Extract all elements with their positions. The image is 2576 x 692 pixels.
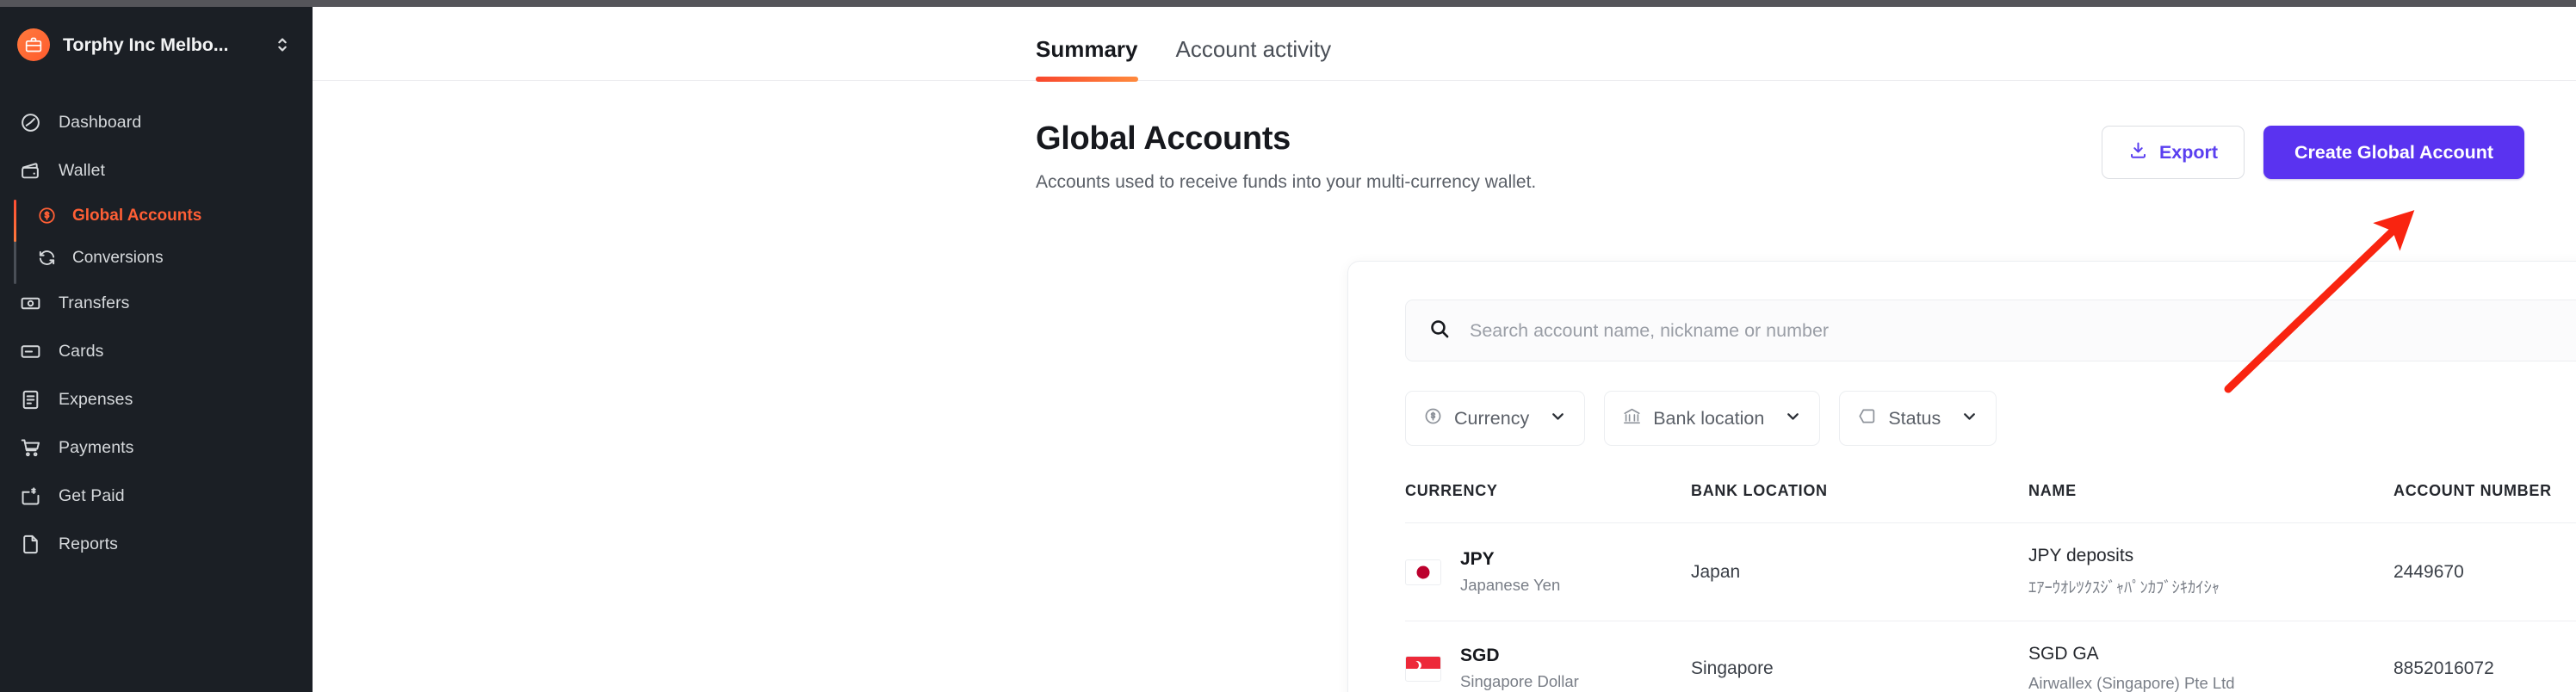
sidebar-subitem-label: Global Accounts — [72, 206, 202, 225]
table-header-row: CURRENCY BANK LOCATION NAME ACCOUNT NUMB… — [1405, 482, 2576, 523]
sidebar-item-global-accounts[interactable]: Global Accounts — [0, 195, 313, 237]
table-row[interactable]: JPY Japanese Yen Japan JPY deposits ｴｱｰｳ… — [1405, 522, 2576, 621]
coin-dollar-icon — [1423, 406, 1443, 431]
sidebar-item-get-paid[interactable]: Get Paid — [0, 472, 313, 520]
filter-status[interactable]: Status — [1839, 391, 1997, 446]
org-name-label: Torphy Inc Melbo... — [63, 34, 229, 55]
sidebar-item-label: Cards — [59, 341, 104, 361]
flag-jp-icon — [1405, 559, 1441, 585]
sidebar-item-cards[interactable]: Cards — [0, 327, 313, 375]
page-header: Global Accounts Accounts used to receive… — [1036, 120, 2524, 193]
cell-name: SGD GA Airwallex (Singapore) Pte Ltd — [2028, 621, 2393, 692]
account-name: JPY deposits — [2028, 546, 2134, 565]
sidebar-nav: Dashboard Wallet Global Accounts Convers… — [0, 98, 313, 568]
tab-bar: Summary Account activity — [313, 7, 2576, 82]
sidebar-item-payments[interactable]: Payments — [0, 423, 313, 472]
payments-icon — [19, 436, 41, 459]
sidebar-subnav-wallet: Global Accounts Conversions — [0, 195, 313, 284]
wallet-icon — [19, 159, 41, 182]
sidebar-item-label: Reports — [59, 534, 118, 553]
cell-bank-location: Japan — [1691, 561, 1741, 582]
search-icon — [1428, 318, 1451, 344]
tab-summary[interactable]: Summary — [1036, 36, 1138, 82]
dashboard-icon — [19, 111, 41, 133]
page-header-actions: Export Create Global Account — [2101, 120, 2524, 179]
download-icon — [2128, 140, 2148, 165]
sidebar-item-dashboard[interactable]: Dashboard — [0, 98, 313, 146]
chevron-down-icon — [1784, 407, 1802, 430]
filter-currency[interactable]: Currency — [1405, 391, 1586, 446]
account-legal-name: Airwallex (Singapore) Pte Ltd — [2028, 674, 2235, 692]
browser-chrome-strip — [0, 0, 2576, 7]
search-input[interactable]: Search account name, nickname or number — [1405, 300, 2576, 361]
transfers-icon — [19, 292, 41, 314]
filter-bank-location[interactable]: Bank location — [1604, 391, 1821, 446]
sidebar-item-transfers[interactable]: Transfers — [0, 279, 313, 327]
filter-bar: Currency Bank location Status — [1405, 391, 2576, 446]
sidebar-item-conversions[interactable]: Conversions — [0, 237, 313, 279]
sidebar-item-label: Transfers — [59, 293, 130, 312]
bank-icon — [1622, 406, 1642, 431]
global-accounts-table: CURRENCY BANK LOCATION NAME ACCOUNT NUMB… — [1405, 482, 2576, 692]
export-button[interactable]: Export — [2101, 126, 2245, 179]
sidebar: Torphy Inc Melbo... Dashboard Wallet Glo… — [0, 7, 313, 692]
main-content: Summary Account activity Global Accounts… — [313, 7, 2576, 692]
chevron-down-icon — [1549, 407, 1567, 430]
cell-currency: SGD Singapore Dollar — [1405, 621, 1691, 692]
coin-dollar-icon — [36, 206, 57, 226]
sidebar-item-wallet[interactable]: Wallet — [0, 146, 313, 195]
sidebar-item-reports[interactable]: Reports — [0, 520, 313, 568]
cell-account-number: 2449670 — [2393, 561, 2464, 582]
sidebar-item-label: Wallet — [59, 160, 106, 180]
org-switcher[interactable]: Torphy Inc Melbo... — [0, 7, 313, 83]
create-global-account-button[interactable]: Create Global Account — [2263, 126, 2524, 179]
sidebar-item-expenses[interactable]: Expenses — [0, 375, 313, 423]
cell-bank-location: Singapore — [1691, 658, 1774, 678]
column-header-currency: CURRENCY — [1405, 482, 1498, 499]
expenses-icon — [19, 388, 41, 411]
page-header-text: Global Accounts Accounts used to receive… — [1036, 120, 1536, 193]
chevron-updown-icon[interactable] — [273, 34, 292, 56]
column-header-bank-location: BANK LOCATION — [1691, 482, 1828, 499]
global-accounts-card: Search account name, nickname or number … — [1347, 261, 2576, 692]
filter-currency-label: Currency — [1454, 407, 1530, 429]
refresh-icon — [36, 248, 57, 269]
chevron-down-icon — [1960, 407, 1978, 430]
cards-icon — [19, 340, 41, 362]
sidebar-item-label: Dashboard — [59, 112, 142, 132]
search-placeholder: Search account name, nickname or number — [1470, 319, 1830, 341]
sidebar-item-label: Expenses — [59, 389, 133, 409]
filter-status-label: Status — [1888, 407, 1941, 429]
currency-name: Japanese Yen — [1460, 576, 1561, 594]
account-name: SGD GA — [2028, 644, 2099, 664]
currency-name: Singapore Dollar — [1460, 672, 1579, 690]
table-row[interactable]: SGD Singapore Dollar Singapore SGD GA Ai… — [1405, 621, 2576, 692]
page-subtitle: Accounts used to receive funds into your… — [1036, 172, 1537, 192]
get-paid-icon — [19, 485, 41, 507]
org-logo-icon — [17, 28, 50, 61]
sidebar-item-label: Get Paid — [59, 485, 125, 505]
tag-icon — [1857, 406, 1877, 431]
tab-account-activity[interactable]: Account activity — [1176, 36, 1332, 80]
cell-currency: JPY Japanese Yen — [1405, 523, 1691, 621]
flag-sg-icon — [1405, 655, 1441, 682]
account-legal-name: ｴｱｰｳｵﾚﾂｸｽｼﾞｬﾊﾟﾝｶﾌﾞｼｷｶｲｼｬ — [2028, 578, 2220, 596]
cell-name: JPY deposits ｴｱｰｳｵﾚﾂｸｽｼﾞｬﾊﾟﾝｶﾌﾞｼｷｶｲｼｬ — [2028, 523, 2393, 621]
filter-bank-location-label: Bank location — [1653, 407, 1765, 429]
currency-code: SGD — [1460, 646, 1500, 665]
currency-code: JPY — [1460, 549, 1495, 569]
sidebar-item-label: Payments — [59, 437, 134, 457]
page-title: Global Accounts — [1036, 120, 1291, 157]
cell-account-number: 8852016072 — [2393, 658, 2494, 678]
export-button-label: Export — [2158, 141, 2219, 163]
column-header-name: NAME — [2028, 482, 2077, 499]
subnav-rail-active — [14, 200, 16, 242]
sidebar-subitem-label: Conversions — [72, 248, 164, 267]
column-header-account-number: ACCOUNT NUMBER — [2393, 482, 2552, 499]
reports-icon — [19, 533, 41, 555]
